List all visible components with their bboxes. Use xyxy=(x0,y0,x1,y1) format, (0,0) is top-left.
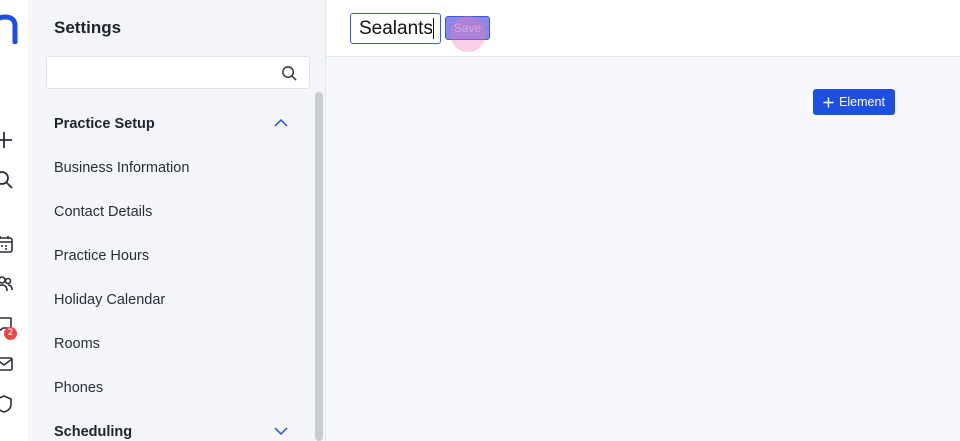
sidebar-item-label: Contact Details xyxy=(54,204,153,220)
mail-icon[interactable] xyxy=(0,354,14,374)
section-label: Practice Setup xyxy=(54,116,155,132)
sidebar-item-phones[interactable]: Phones xyxy=(31,366,313,410)
template-name-input[interactable] xyxy=(350,13,441,44)
add-element-label: Element xyxy=(839,95,885,109)
section-scheduling[interactable]: Scheduling xyxy=(31,410,313,441)
settings-search xyxy=(46,56,310,89)
search-icon[interactable] xyxy=(0,170,14,190)
editor-canvas: Element xyxy=(326,57,960,441)
section-practice-setup[interactable]: Practice Setup xyxy=(31,102,313,146)
section-label: Scheduling xyxy=(54,424,133,440)
sidebar-item-rooms[interactable]: Rooms xyxy=(31,322,313,366)
save-button[interactable]: Save xyxy=(445,16,490,40)
plus-icon xyxy=(823,97,834,107)
sidebar-item-label: Rooms xyxy=(54,336,100,352)
sidebar-item-contact-details[interactable]: Contact Details xyxy=(31,190,313,234)
sidebar-item-label: Practice Hours xyxy=(54,248,150,264)
sidebar-scrollbar[interactable] xyxy=(314,92,323,441)
chevron-up-icon xyxy=(274,118,288,127)
logo-icon[interactable] xyxy=(0,14,18,44)
chevron-down-icon xyxy=(274,427,288,436)
sidebar-title: Settings xyxy=(54,18,122,37)
settings-nav: Practice Setup Business Information Cont… xyxy=(31,102,313,441)
text-caret xyxy=(433,18,434,39)
people-icon[interactable] xyxy=(0,274,14,294)
add-element-button[interactable]: Element xyxy=(813,89,895,115)
sidebar-item-business-information[interactable]: Business Information xyxy=(31,146,313,190)
scrollbar-thumb[interactable] xyxy=(315,92,323,441)
plus-icon[interactable] xyxy=(0,130,14,150)
sidebar-item-holiday-calendar[interactable]: Holiday Calendar xyxy=(31,278,313,322)
search-icon[interactable] xyxy=(281,65,298,82)
sidebar-item-practice-hours[interactable]: Practice Hours xyxy=(31,234,313,278)
app-icon-rail: 2 xyxy=(0,0,30,441)
settings-sidebar: Settings Practice Setup Business Informa… xyxy=(31,0,326,441)
sidebar-item-label: Phones xyxy=(54,380,104,396)
chat-badge: 2 xyxy=(4,327,17,340)
calendar-icon[interactable] xyxy=(0,234,14,254)
shield-icon[interactable] xyxy=(0,394,14,414)
settings-search-input[interactable] xyxy=(47,57,267,88)
sidebar-item-label: Business Information xyxy=(54,160,190,176)
sidebar-item-label: Holiday Calendar xyxy=(54,292,166,308)
editor-toolbar: Save xyxy=(326,0,960,57)
